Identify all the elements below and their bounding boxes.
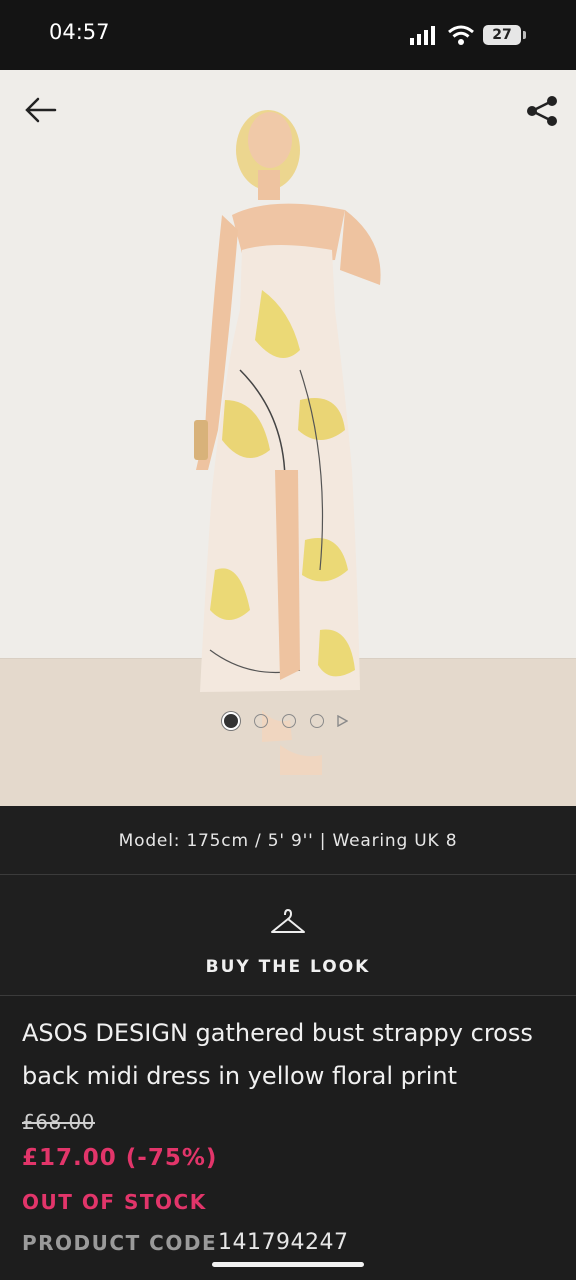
page-dot-1[interactable]	[222, 712, 240, 730]
back-arrow-icon[interactable]	[24, 95, 58, 125]
model-size-info: Model: 175cm / 5' 9'' | Wearing UK 8	[0, 806, 576, 874]
product-code-value: 141794247	[218, 1230, 349, 1255]
product-photo-model	[194, 110, 381, 775]
signal-icon	[410, 26, 435, 45]
stock-status: OUT OF STOCK	[22, 1190, 207, 1214]
product-image[interactable]	[0, 70, 576, 806]
original-price: £68.00	[22, 1110, 95, 1134]
status-bar: 04:57 27	[0, 0, 576, 70]
battery-nub	[523, 31, 526, 39]
page-dot-3[interactable]	[282, 714, 296, 728]
wifi-icon	[448, 25, 474, 45]
hanger-icon	[271, 909, 305, 933]
page-dot-4[interactable]	[310, 714, 324, 728]
page-dot-2[interactable]	[254, 714, 268, 728]
image-page-indicator[interactable]	[222, 711, 352, 731]
buy-the-look-button[interactable]: BUY THE LOOK	[0, 875, 576, 995]
product-title: ASOS DESIGN gathered bust strappy cross …	[22, 1019, 533, 1090]
divider	[0, 995, 576, 996]
battery-icon: 27	[483, 25, 521, 45]
home-indicator[interactable]	[212, 1262, 364, 1267]
video-play-icon[interactable]	[336, 715, 348, 727]
product-code-label: PRODUCT CODE	[22, 1231, 218, 1255]
sale-price: £17.00 (-75%)	[22, 1145, 218, 1171]
status-time: 04:57	[49, 20, 110, 44]
buy-the-look-label: BUY THE LOOK	[205, 957, 371, 977]
share-icon[interactable]	[524, 94, 560, 128]
